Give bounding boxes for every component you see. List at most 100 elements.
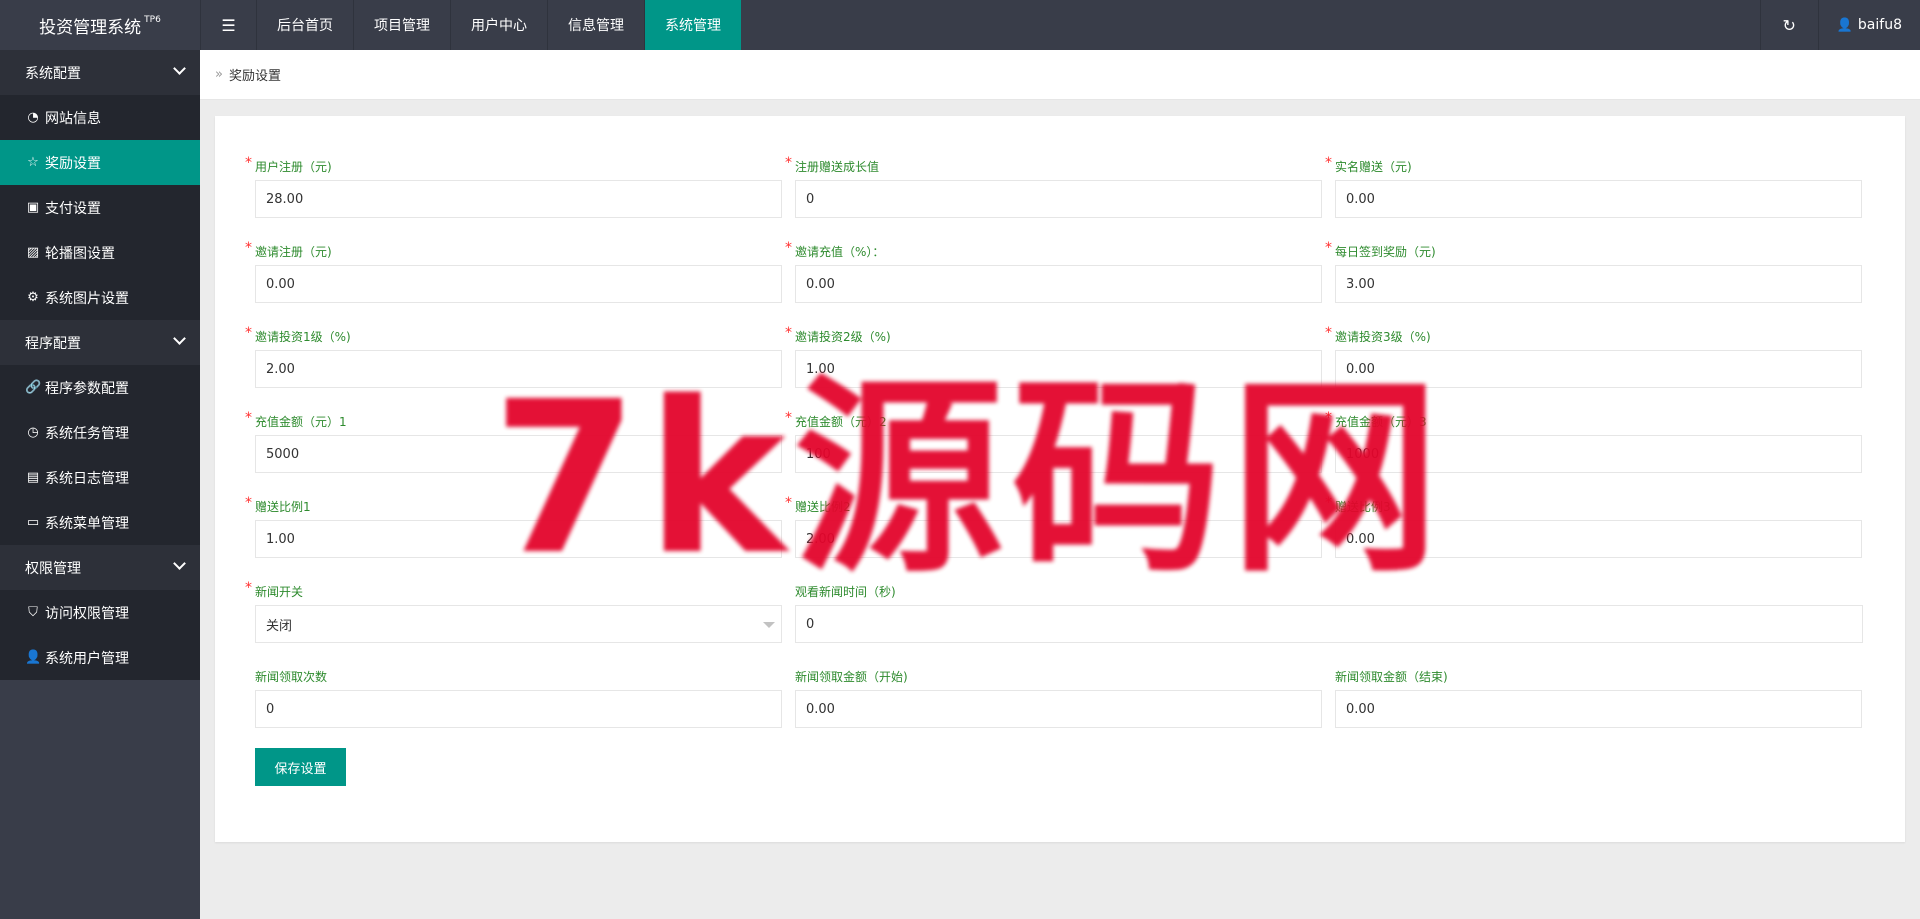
form-row: * 赠送比例1 1.00 * 赠送比例2 2.00 * 赠送比例3 0.00 (245, 495, 1865, 583)
dashboard-icon: ◔ (27, 110, 39, 125)
sidebar-item-label: 轮播图设置 (45, 245, 115, 262)
field-label: * 实名赠送（元) (1325, 155, 1412, 174)
menu-fold-icon[interactable]: ☰ (200, 0, 256, 50)
sidebar-item-access-permission[interactable]: ⛉ 访问权限管理 (0, 590, 200, 635)
field-label: 观看新闻时间（秒) (795, 585, 896, 599)
recharge-amount3-input[interactable]: 1000 (1335, 435, 1862, 473)
form-field: * 邀请充值（%）： 0.00 (785, 240, 1325, 328)
news-claim-count-input[interactable]: 0 (255, 690, 782, 728)
sidebar-item-log-management[interactable]: ▤ 系统日志管理 (0, 455, 200, 500)
invite-invest-level1-input[interactable]: 2.00 (255, 350, 782, 388)
recharge-amount1-input[interactable]: 5000 (255, 435, 782, 473)
user-menu[interactable]: 👤 baifu8 (1817, 0, 1920, 50)
username: baifu8 (1857, 17, 1902, 33)
field-label: * 邀请投资3级（%) (1325, 325, 1431, 344)
top-header: 投资管理系统 TP6 ☰ 后台首页 项目管理 用户中心 信息管理 系统管理 ↻ 👤… (0, 0, 1920, 50)
sidebar-item-site-info[interactable]: ◔ 网站信息 (0, 95, 200, 140)
form-row: * 充值金额（元）1 5000 * 充值金额（元）2 100 * 充值金额（元）3 1… (245, 410, 1865, 498)
sidebar-item-label: 奖励设置 (45, 155, 101, 172)
sidebar-item-system-image-settings[interactable]: ⚙ 系统图片设置 (0, 275, 200, 320)
clock-icon: ◷ (27, 425, 39, 440)
app-logo[interactable]: 投资管理系统 TP6 (0, 0, 200, 50)
top-nav-system[interactable]: 系统管理 (644, 0, 741, 50)
realname-reward-input[interactable]: 0.00 (1335, 180, 1862, 218)
field-label: * 充值金额（元）2 (785, 410, 887, 429)
news-claim-amount-end-input[interactable]: 0.00 (1335, 690, 1862, 728)
field-label: * 邀请注册（元) (245, 240, 332, 259)
field-label: * 邀请投资1级（%) (245, 325, 351, 344)
invite-recharge-input[interactable]: 0.00 (795, 265, 1322, 303)
form-field: * 每日签到奖励（元) 3.00 (1325, 240, 1865, 328)
form-field: * 邀请投资1级（%) 2.00 (245, 325, 785, 413)
required-mark: * (245, 410, 252, 426)
gear-icon: ⚙ (27, 290, 39, 305)
required-mark: * (1325, 325, 1332, 341)
news-claim-amount-start-input[interactable]: 0.00 (795, 690, 1322, 728)
top-nav-projects[interactable]: 项目管理 (353, 0, 450, 50)
invite-register-input[interactable]: 0.00 (255, 265, 782, 303)
field-label: * 充值金额（元）1 (245, 410, 347, 429)
form-field: * 用户注册（元) 28.00 (245, 155, 785, 243)
field-label: 新闻领取金额（结束) (1335, 670, 1448, 684)
news-watch-time-input[interactable]: 0 (795, 605, 1863, 643)
header-right: ↻ 👤 baifu8 (1759, 0, 1920, 50)
shield-icon: ⛉ (28, 605, 38, 620)
invite-invest-level3-input[interactable]: 0.00 (1335, 350, 1862, 388)
sidebar-group-label: 系统配置 (25, 65, 81, 82)
field-label: * 邀请投资2级（%) (785, 325, 891, 344)
sidebar-item-payment-settings[interactable]: ▣ 支付设置 (0, 185, 200, 230)
picture-icon: ▨ (26, 245, 40, 260)
form-row: * 邀请注册（元) 0.00 * 邀请充值（%）： 0.00 * 每日签到奖励（元) … (245, 240, 1865, 328)
required-mark: * (785, 155, 792, 171)
chevron-down-icon (173, 332, 186, 345)
save-settings-button[interactable]: 保存设置 (255, 748, 346, 786)
form-field: * 赠送比例2 2.00 (785, 495, 1325, 583)
register-growth-input[interactable]: 0 (795, 180, 1322, 218)
field-label: 新闻领取金额（开始) (795, 670, 908, 684)
top-nav-home[interactable]: 后台首页 (256, 0, 353, 50)
window-icon: ▭ (26, 515, 40, 530)
form-row: * 新闻开关 关闭 观看新闻时间（秒) 0 (245, 580, 1865, 668)
form-field: 新闻领取金额（结束) 0.00 (1325, 668, 1865, 753)
refresh-icon[interactable]: ↻ (1759, 0, 1818, 50)
app-title-sup: TP6 (144, 15, 161, 25)
form-row: * 用户注册（元) 28.00 * 注册赠送成长值 0 * 实名赠送（元) 0.00 (245, 155, 1865, 243)
sidebar-group-permission[interactable]: 权限管理 (0, 545, 200, 590)
bonus-ratio1-input[interactable]: 1.00 (255, 520, 782, 558)
invite-invest-level2-input[interactable]: 1.00 (795, 350, 1322, 388)
sidebar-group-system-config[interactable]: 系统配置 (0, 50, 200, 95)
sidebar-item-program-params[interactable]: 🔗 程序参数配置 (0, 365, 200, 410)
top-nav-users[interactable]: 用户中心 (450, 0, 547, 50)
top-nav: 后台首页 项目管理 用户中心 信息管理 系统管理 (256, 0, 741, 50)
sidebar-group-program-config[interactable]: 程序配置 (0, 320, 200, 365)
field-label: 新闻领取次数 (255, 670, 328, 684)
required-mark: * (245, 155, 252, 171)
bonus-ratio3-input[interactable]: 0.00 (1335, 520, 1862, 558)
sidebar-item-label: 支付设置 (45, 200, 101, 217)
required-mark: * (1325, 495, 1332, 511)
user-register-reward-input[interactable]: 28.00 (255, 180, 782, 218)
sidebar-item-label: 网站信息 (45, 110, 101, 127)
link-icon: 🔗 (25, 380, 42, 395)
sidebar: 系统配置 ◔ 网站信息 ☆ 奖励设置 ▣ 支付设置 ▨ 轮播图设置 ⚙ 系统图片… (0, 50, 200, 919)
daily-signin-reward-input[interactable]: 3.00 (1335, 265, 1862, 303)
field-label: * 用户注册（元) (245, 155, 332, 174)
sidebar-item-task-management[interactable]: ◷ 系统任务管理 (0, 410, 200, 455)
required-mark: * (245, 495, 252, 511)
sidebar-item-carousel-settings[interactable]: ▨ 轮播图设置 (0, 230, 200, 275)
breadcrumb-current: 奖励设置 (228, 69, 281, 84)
field-label: * 每日签到奖励（元) (1325, 240, 1436, 259)
user-icon: 👤 (1836, 17, 1853, 33)
bonus-ratio2-input[interactable]: 2.00 (795, 520, 1322, 558)
app-title: 投资管理系统 (39, 17, 142, 38)
sidebar-item-system-users[interactable]: 👤 系统用户管理 (0, 635, 200, 680)
form-field: 新闻领取次数 0 (245, 668, 785, 753)
field-label: * 邀请充值（%）： (785, 240, 885, 259)
sidebar-item-menu-management[interactable]: ▭ 系统菜单管理 (0, 500, 200, 545)
field-label: * 新闻开关 (245, 580, 304, 599)
sidebar-item-reward-settings[interactable]: ☆ 奖励设置 (0, 140, 200, 185)
recharge-amount2-input[interactable]: 100 (795, 435, 1322, 473)
top-nav-info[interactable]: 信息管理 (547, 0, 644, 50)
news-switch-select[interactable]: 关闭 (255, 605, 782, 643)
user-icon: 👤 (25, 650, 42, 665)
